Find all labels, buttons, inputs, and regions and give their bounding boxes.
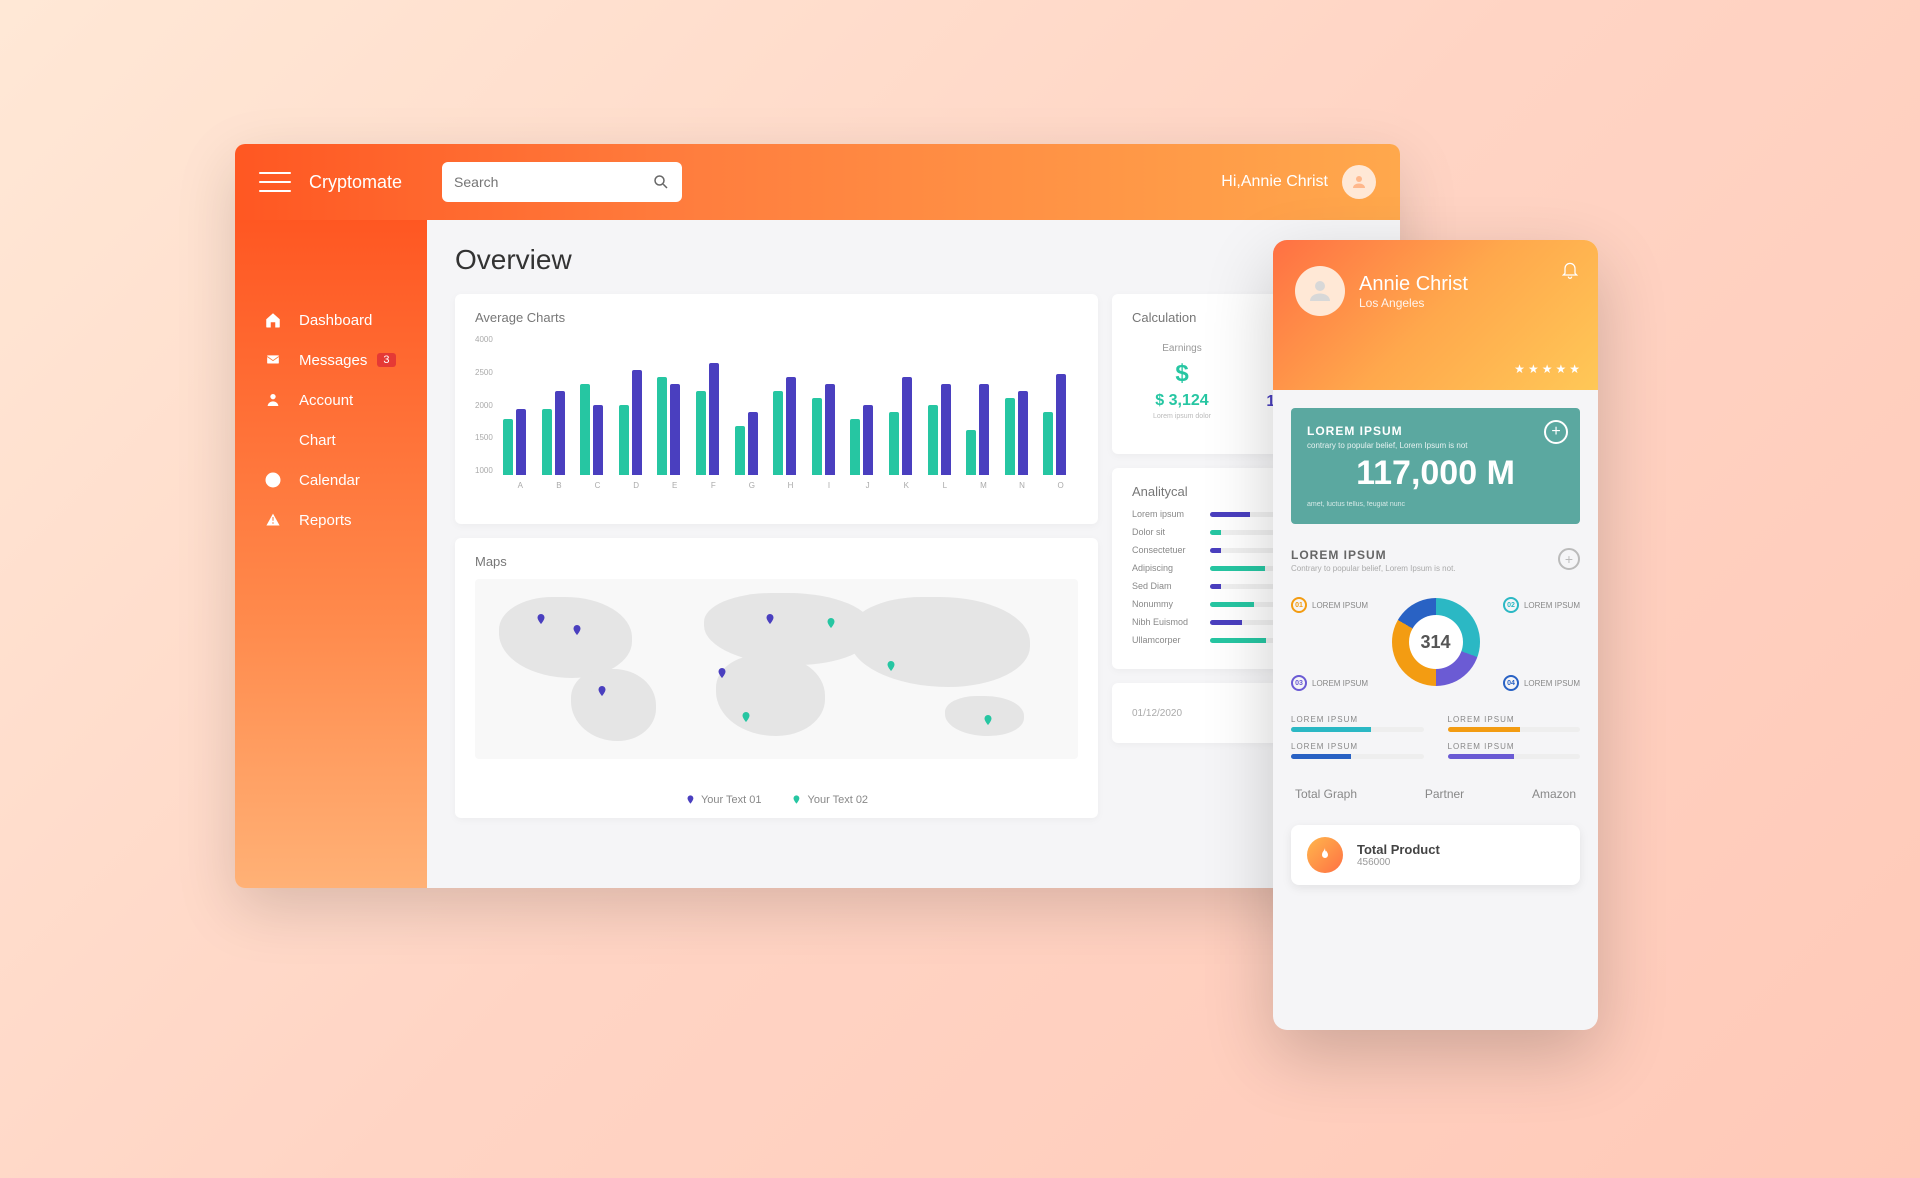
user-icon [263,390,283,410]
avatar[interactable] [1342,165,1376,199]
mobile-header: Annie Christ Los Angeles ★★★★★ [1273,240,1598,390]
donut-chart: 314 [1392,598,1480,686]
main-content: Overview Average Charts 4000250020001500… [427,220,1400,888]
search-icon [652,173,670,191]
y-axis-labels: 40002500200015001000 [475,335,493,475]
rating-stars: ★★★★★ [1514,362,1580,376]
world-map [475,579,1078,759]
sidebar-item-chart[interactable]: Chart [235,420,427,460]
sidebar-item-label: Calendar [299,472,360,489]
stat-value: 117,000 M [1307,454,1564,493]
search-box[interactable] [442,162,682,202]
sidebar-item-label: Account [299,392,353,409]
header: Cryptomate Hi,Annie Christ [235,144,1400,220]
earnings-label: Earnings [1132,343,1232,354]
tab-total-graph[interactable]: Total Graph [1295,787,1357,801]
tab-amazon[interactable]: Amazon [1532,787,1576,801]
user-location: Los Angeles [1359,296,1468,310]
sidebar-item-label: Reports [299,512,352,529]
sidebar-item-label: Chart [299,432,336,449]
tabs: Total Graph Partner Amazon [1291,787,1580,801]
sidebar-item-dashboard[interactable]: Dashboard [235,300,427,340]
sidebar-item-calendar[interactable]: Calendar [235,460,427,500]
total-label: Total Product [1357,842,1440,857]
sidebar-item-account[interactable]: Account [235,380,427,420]
bar-chart [503,335,1078,475]
mail-icon [263,350,283,370]
total-value: 456000 [1357,857,1440,868]
home-icon [263,310,283,330]
bell-icon[interactable] [1560,260,1580,280]
avatar[interactable] [1295,266,1345,316]
pie-icon [263,470,283,490]
total-product-card[interactable]: Total Product 456000 [1291,825,1580,885]
maps-card: Maps [455,538,1098,818]
average-charts-card: Average Charts 40002500200015001000 ABCD… [455,294,1098,524]
x-axis-labels: ABCDEFGHIJKLMNO [503,481,1078,490]
menu-icon[interactable] [259,172,291,192]
dollar-icon: $ [1132,360,1232,388]
mobile-panel: Annie Christ Los Angeles ★★★★★ + LOREM I… [1273,240,1598,1030]
sidebar-item-messages[interactable]: Messages 3 [235,340,427,380]
tab-partner[interactable]: Partner [1425,787,1464,801]
stat-card: + LOREM IPSUM contrary to popular belief… [1291,408,1580,524]
search-input[interactable] [454,174,652,190]
dashboard-window: Cryptomate Hi,Annie Christ Dashboard Mes… [235,144,1400,888]
donut-section: + LOREM IPSUM Contrary to popular belief… [1291,548,1580,759]
sidebar: Dashboard Messages 3 Account Chart Calend… [235,220,427,888]
page-title: Overview [455,244,1372,276]
brand-title: Cryptomate [309,172,402,193]
sidebar-item-reports[interactable]: Reports [235,500,427,540]
sidebar-item-label: Dashboard [299,312,372,329]
earnings-value: $ 3,124 [1132,392,1232,410]
badge: 3 [377,353,395,367]
recent-date: 01/12/2020 [1132,708,1182,719]
map-legend: Your Text 01 Your Text 02 [685,793,868,806]
fire-icon [1307,837,1343,873]
donut-center: 314 [1409,615,1463,669]
sidebar-item-label: Messages [299,352,367,369]
card-title: Maps [475,554,1078,569]
user-name: Annie Christ [1359,273,1468,296]
alert-icon [263,510,283,530]
greeting-text: Hi,Annie Christ [1221,173,1328,191]
card-title: Average Charts [475,310,1078,325]
add-icon[interactable]: + [1558,548,1580,570]
